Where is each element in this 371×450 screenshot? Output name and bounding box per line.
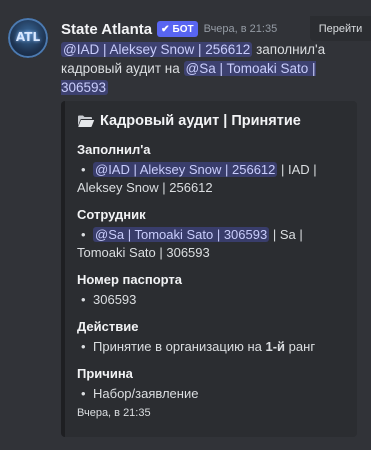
embed-card: Кадровый аудит | Принятие Заполнил'а • @I… — [61, 101, 357, 437]
field-value: • @IAD | Aleksey Snow | 256612 | IAD | Al… — [77, 161, 345, 197]
bullet: • — [81, 227, 86, 242]
field-value-text: Набор/заявление — [93, 386, 199, 401]
field-name: Причина — [77, 366, 133, 381]
open-folder-icon — [78, 115, 95, 127]
mention-author[interactable]: @IAD | Aleksey Snow | 256612 — [93, 162, 278, 177]
message-content: @IAD | Aleksey Snow | 256612 заполнил'а … — [61, 40, 351, 97]
embed-title-text: Кадровый аудит | Принятие — [100, 113, 301, 129]
bullet: • — [81, 162, 86, 177]
bot-badge-label: БОТ — [172, 23, 194, 35]
message-timestamp[interactable]: Вчера, в 21:35 — [204, 23, 278, 35]
bullet: • — [81, 339, 86, 354]
author-name[interactable]: State Atlanta — [61, 21, 152, 38]
field-reason: Причина • Набор/заявление — [77, 365, 345, 403]
field-value-text: Принятие в организацию на — [93, 339, 266, 354]
bot-badge: ✔ БОТ — [157, 21, 198, 37]
embed-footer-timestamp: Вчера, в 21:35 — [77, 407, 151, 419]
avatar-text: ATL — [15, 30, 41, 44]
message-header: State Atlanta ✔ БОТ Вчера, в 21:35 — [61, 18, 277, 40]
field-name: Сотрудник — [77, 207, 146, 222]
chat-message: ATL State Atlanta ✔ БОТ Вчера, в 21:35 П… — [0, 0, 371, 450]
goto-button[interactable]: Перейти — [310, 16, 371, 41]
field-value: • 306593 — [77, 291, 345, 309]
field-value: • Принятие в организацию на 1-й ранг — [77, 338, 345, 356]
field-name: Номер паспорта — [77, 272, 183, 287]
field-value: • @Sa | Tomoaki Sato | 306593 | Sa | Tomo… — [77, 226, 345, 262]
field-name: Заполнил'а — [77, 142, 151, 157]
bullet: • — [81, 386, 86, 401]
check-icon: ✔ — [161, 23, 170, 35]
mention-employee[interactable]: @Sa | Tomoaki Sato | 306593 — [93, 227, 270, 242]
field-value-text: ранг — [285, 339, 316, 354]
field-value: • Набор/заявление — [77, 385, 345, 403]
bullet: • — [81, 292, 86, 307]
embed-title: Кадровый аудит | Принятие — [77, 111, 345, 131]
field-filled-by: Заполнил'а • @IAD | Aleksey Snow | 256612… — [77, 141, 345, 197]
field-passport-number: Номер паспорта • 306593 — [77, 271, 345, 309]
field-name: Действие — [77, 319, 139, 334]
field-employee: Сотрудник • @Sa | Tomoaki Sato | 306593 |… — [77, 206, 345, 262]
field-value-text: 306593 — [93, 292, 137, 307]
field-action: Действие • Принятие в организацию на 1-й … — [77, 318, 345, 356]
avatar[interactable]: ATL — [8, 18, 48, 58]
rank-value: 1-й — [265, 339, 286, 354]
mention-author[interactable]: @IAD | Aleksey Snow | 256612 — [61, 42, 253, 57]
